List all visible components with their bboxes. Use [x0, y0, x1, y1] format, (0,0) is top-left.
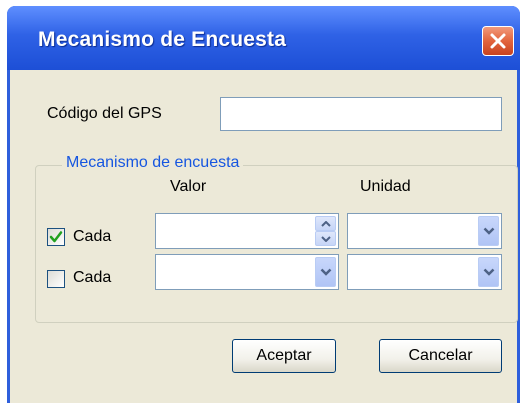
- row1-checkbox-label: Cada: [73, 228, 112, 245]
- row2-checkbox-label: Cada: [73, 269, 112, 286]
- chevron-down-icon: [320, 268, 331, 276]
- dialog-title: Mecanismo de Encuesta: [38, 28, 287, 51]
- gps-code-label: Código del GPS: [47, 105, 162, 122]
- chevron-down-icon: [483, 227, 494, 235]
- chevron-down-icon: [483, 268, 494, 276]
- spin-up-icon: [320, 220, 331, 227]
- row2-unidad-dropdown-button[interactable]: [478, 257, 499, 287]
- row1-unidad-dropdown[interactable]: [347, 213, 502, 249]
- cancel-button[interactable]: Cancelar: [379, 339, 502, 373]
- row2-checkbox[interactable]: [47, 270, 65, 288]
- row1-unidad-dropdown-button[interactable]: [478, 216, 499, 246]
- row2-unidad-dropdown[interactable]: [347, 254, 502, 290]
- close-button[interactable]: [482, 26, 514, 56]
- title-bar[interactable]: Mecanismo de Encuesta: [7, 6, 520, 70]
- accept-button[interactable]: Aceptar: [232, 339, 336, 373]
- column-header-unidad: Unidad: [360, 178, 411, 195]
- column-header-valor: Valor: [170, 178, 207, 195]
- close-icon: [490, 33, 506, 49]
- row1-valor-spinner[interactable]: [155, 213, 339, 249]
- row2-valor-dropdown[interactable]: [155, 254, 339, 290]
- row2-valor-dropdown-button[interactable]: [315, 257, 336, 287]
- spin-down-icon: [320, 235, 331, 242]
- spin-down-button[interactable]: [315, 231, 336, 246]
- row1-checkbox[interactable]: [47, 228, 65, 246]
- gps-code-input[interactable]: [220, 97, 502, 131]
- row1-spin-buttons[interactable]: [315, 216, 336, 246]
- dialog-body: Código del GPS Mecanismo de encuesta Val…: [10, 70, 518, 403]
- spin-up-button[interactable]: [315, 216, 336, 231]
- checkmark-icon: [49, 231, 63, 243]
- dialog-window: Mecanismo de Encuesta Código del GPS Mec…: [7, 6, 520, 403]
- group-legend: Mecanismo de encuesta: [62, 154, 244, 172]
